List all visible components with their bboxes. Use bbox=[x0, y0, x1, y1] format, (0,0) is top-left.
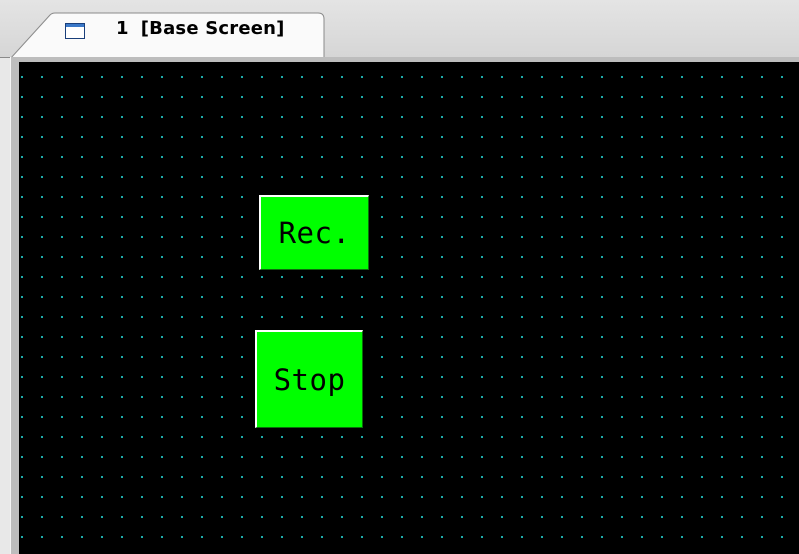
tab-title: [Base Screen] bbox=[140, 18, 285, 39]
editor-window: 1 [Base Screen] Rec. Stop bbox=[0, 0, 799, 554]
stop-button[interactable]: Stop bbox=[255, 330, 363, 428]
rec-button[interactable]: Rec. bbox=[259, 195, 369, 270]
tab-base-screen[interactable]: 1 [Base Screen] bbox=[10, 12, 326, 59]
screen-canvas[interactable]: Rec. Stop bbox=[19, 62, 799, 554]
window-icon bbox=[65, 23, 85, 39]
tab-label: 1 [Base Screen] bbox=[116, 18, 285, 39]
tab-number: 1 bbox=[116, 18, 129, 39]
